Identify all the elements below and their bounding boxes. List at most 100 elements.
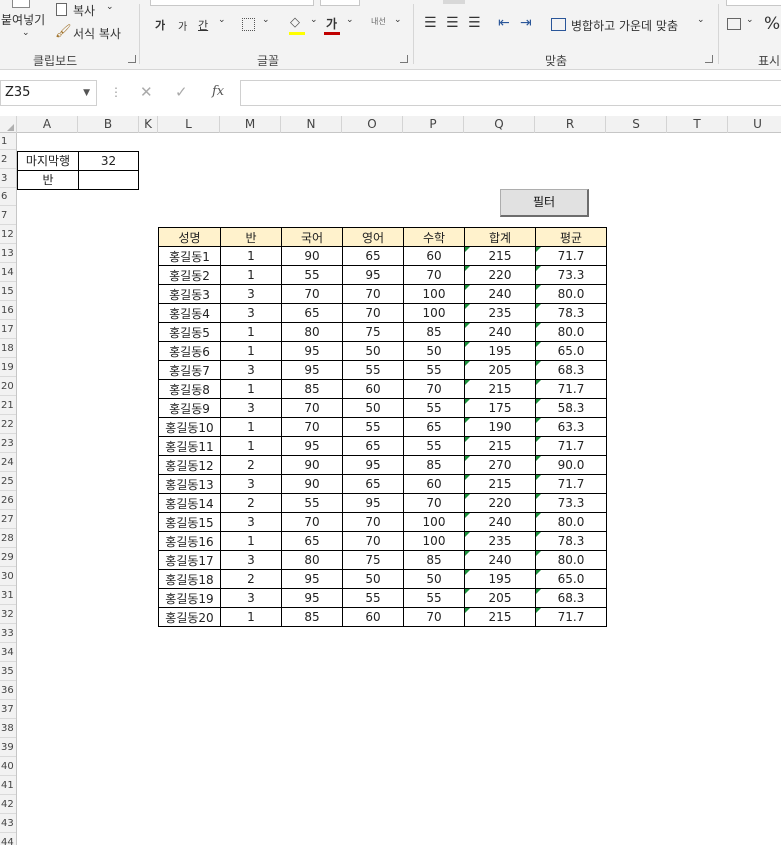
font-color-dropdown-icon[interactable]: ⌄ [346, 15, 354, 25]
row-header[interactable]: 12 [0, 225, 16, 244]
number-format-box[interactable] [726, 0, 781, 6]
table-cell[interactable]: 1 [220, 531, 282, 551]
row-header[interactable]: 13 [0, 244, 16, 263]
row-header[interactable]: 6 [0, 188, 16, 206]
table-cell[interactable]: 70 [281, 284, 343, 304]
table-cell[interactable]: 3 [220, 360, 282, 380]
table-cell[interactable]: 3 [220, 474, 282, 494]
table-cell[interactable]: 240 [464, 512, 536, 532]
fill-color-dropdown-icon[interactable]: ⌄ [310, 15, 318, 25]
column-header-cell[interactable]: 국어 [281, 227, 343, 247]
column-header[interactable]: S [606, 116, 667, 133]
column-header-cell[interactable]: 합계 [464, 227, 536, 247]
column-header-cell[interactable]: 반 [220, 227, 282, 247]
table-cell[interactable]: 홍길동14 [158, 493, 221, 513]
table-cell[interactable]: 85 [281, 379, 343, 399]
row-header[interactable]: 20 [0, 377, 16, 396]
table-cell[interactable]: 1 [220, 417, 282, 437]
table-cell[interactable]: 205 [464, 360, 536, 380]
row-header[interactable]: 3 [0, 169, 16, 188]
align-center-icon[interactable]: ☰ [446, 15, 459, 31]
column-header[interactable]: B [78, 116, 139, 133]
decrease-indent-icon[interactable]: ⇤ [498, 15, 510, 31]
row-header[interactable]: 23 [0, 434, 16, 453]
table-cell[interactable]: 195 [464, 569, 536, 589]
table-cell[interactable]: 95 [281, 341, 343, 361]
table-cell[interactable]: 175 [464, 398, 536, 418]
table-cell[interactable]: 90 [281, 474, 343, 494]
table-cell[interactable]: 205 [464, 588, 536, 608]
table-cell[interactable]: 85 [281, 607, 343, 627]
column-header[interactable]: M [220, 116, 281, 133]
table-cell[interactable]: 70 [342, 284, 404, 304]
copy-button[interactable]: 복사 [73, 2, 95, 19]
table-cell[interactable]: 70 [342, 512, 404, 532]
table-cell[interactable]: 215 [464, 474, 536, 494]
table-cell[interactable]: 73.3 [535, 265, 607, 285]
row-header[interactable]: 38 [0, 719, 16, 738]
table-cell[interactable]: 215 [464, 607, 536, 627]
font-name-box[interactable] [150, 0, 314, 6]
table-cell[interactable]: 235 [464, 531, 536, 551]
row-header[interactable]: 27 [0, 510, 16, 529]
name-box-dropdown-icon[interactable]: ▼ [83, 81, 90, 105]
table-cell[interactable]: 55 [342, 588, 404, 608]
table-cell[interactable]: 65 [403, 417, 465, 437]
table-cell[interactable]: 65 [281, 531, 343, 551]
table-cell[interactable]: 60 [403, 474, 465, 494]
table-cell[interactable]: 홍길동3 [158, 284, 221, 304]
table-cell[interactable]: 55 [403, 360, 465, 380]
table-cell[interactable]: 3 [220, 512, 282, 532]
table-cell[interactable]: 홍길동10 [158, 417, 221, 437]
table-cell[interactable]: 95 [342, 455, 404, 475]
format-painter-icon[interactable]: 🖌 [55, 24, 72, 39]
table-cell[interactable]: 75 [342, 550, 404, 570]
row-header[interactable]: 30 [0, 567, 16, 586]
row-header[interactable]: 24 [0, 453, 16, 472]
table-cell[interactable]: 홍길동16 [158, 531, 221, 551]
table-cell[interactable]: 홍길동15 [158, 512, 221, 532]
table-cell[interactable]: 1 [220, 607, 282, 627]
enter-icon[interactable]: ✓ [175, 83, 188, 101]
row-header[interactable]: 14 [0, 263, 16, 282]
table-cell[interactable]: 85 [403, 322, 465, 342]
table-cell[interactable]: 68.3 [535, 360, 607, 380]
table-cell[interactable]: 75 [342, 322, 404, 342]
table-cell[interactable]: 235 [464, 303, 536, 323]
row-header[interactable]: 32 [0, 605, 16, 624]
column-header[interactable]: L [158, 116, 220, 133]
table-cell[interactable]: 55 [342, 417, 404, 437]
row-header[interactable]: 17 [0, 320, 16, 339]
table-cell[interactable]: 63.3 [535, 417, 607, 437]
last-row-value-cell[interactable]: 32 [78, 151, 139, 171]
table-cell[interactable]: 80.0 [535, 512, 607, 532]
row-header[interactable]: 44 [0, 833, 16, 845]
table-cell[interactable]: 71.7 [535, 246, 607, 266]
phonetic-dropdown-icon[interactable]: ⌄ [394, 15, 402, 25]
row-header[interactable]: 31 [0, 586, 16, 605]
table-cell[interactable]: 95 [281, 588, 343, 608]
table-cell[interactable]: 71.7 [535, 436, 607, 456]
table-cell[interactable]: 70 [281, 417, 343, 437]
table-cell[interactable]: 65.0 [535, 341, 607, 361]
table-cell[interactable]: 240 [464, 322, 536, 342]
table-cell[interactable]: 55 [403, 588, 465, 608]
merge-center-dropdown-icon[interactable]: ⌄ [697, 15, 705, 25]
table-cell[interactable]: 홍길동19 [158, 588, 221, 608]
row-header[interactable]: 15 [0, 282, 16, 301]
table-cell[interactable]: 58.3 [535, 398, 607, 418]
name-box[interactable]: Z35 ▼ [0, 80, 97, 106]
table-cell[interactable]: 70 [281, 512, 343, 532]
row-header[interactable]: 42 [0, 795, 16, 814]
table-cell[interactable]: 215 [464, 246, 536, 266]
table-cell[interactable]: 220 [464, 493, 536, 513]
format-painter-button[interactable]: 서식 복사 [73, 25, 121, 42]
cancel-icon[interactable]: ✕ [140, 83, 153, 101]
row-header[interactable]: 21 [0, 396, 16, 415]
row-header[interactable]: 16 [0, 301, 16, 320]
last-row-label-cell[interactable]: 마지막행 [17, 151, 79, 171]
table-cell[interactable]: 80.0 [535, 550, 607, 570]
table-cell[interactable]: 100 [403, 512, 465, 532]
table-cell[interactable]: 95 [281, 436, 343, 456]
table-cell[interactable]: 홍길동11 [158, 436, 221, 456]
